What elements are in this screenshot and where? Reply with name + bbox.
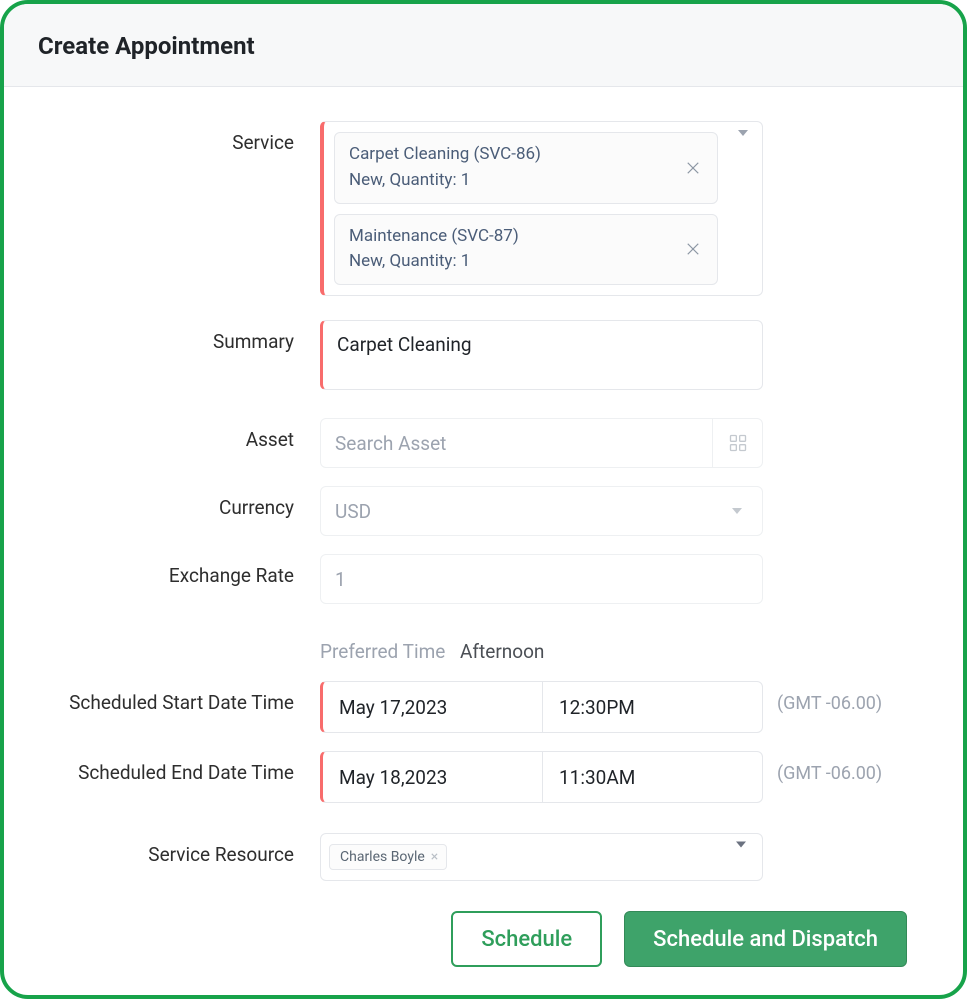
row-scheduled-start: Scheduled Start Date Time May 17,2023 12… — [40, 681, 907, 733]
schedule-button[interactable]: Schedule — [451, 911, 602, 967]
summary-input[interactable] — [320, 320, 763, 390]
row-currency: Currency USD — [40, 486, 907, 536]
service-resource-select[interactable]: Charles Boyle × — [320, 833, 763, 881]
service-chip-name: Carpet Cleaning — [349, 144, 469, 164]
asset-picker-button[interactable] — [712, 419, 762, 467]
scheduled-end-date[interactable]: May 18,2023 — [323, 752, 542, 802]
dialog-footer: Schedule Schedule and Dispatch — [4, 891, 963, 995]
row-preferred-time: Preferred Time Afternoon — [40, 640, 907, 675]
row-scheduled-end: Scheduled End Date Time May 18,2023 11:3… — [40, 751, 907, 803]
label-currency: Currency — [40, 486, 320, 519]
service-chip[interactable]: Carpet Cleaning (SVC-86) New, Quantity: … — [334, 132, 718, 204]
row-asset: Asset Search Asset — [40, 418, 907, 468]
form-body: Service Carpet Cleaning (SVC-86) New, Qu… — [4, 87, 963, 891]
scheduled-start-date[interactable]: May 17,2023 — [323, 682, 542, 732]
label-exchange-rate: Exchange Rate — [40, 554, 320, 587]
remove-service-button[interactable] — [681, 156, 705, 180]
service-chip[interactable]: Maintenance (SVC-87) New, Quantity: 1 — [334, 214, 718, 286]
close-icon — [684, 159, 702, 177]
label-scheduled-end: Scheduled End Date Time — [40, 751, 320, 784]
service-multiselect[interactable]: Carpet Cleaning (SVC-86) New, Quantity: … — [320, 121, 763, 296]
currency-select[interactable]: USD — [320, 486, 763, 536]
label-summary: Summary — [40, 320, 320, 353]
service-chip-code: (SVC-87) — [451, 226, 518, 246]
row-service-resource: Service Resource Charles Boyle × — [40, 833, 907, 881]
service-chip-meta: New, Quantity: 1 — [349, 250, 671, 274]
label-asset: Asset — [40, 418, 320, 451]
service-chip-name: Maintenance — [349, 226, 447, 246]
caret-down-icon — [712, 487, 762, 535]
schedule-and-dispatch-button[interactable]: Schedule and Dispatch — [624, 911, 907, 967]
resource-chip-name: Charles Boyle — [340, 849, 425, 865]
close-icon — [684, 240, 702, 258]
exchange-rate-input[interactable]: 1 — [320, 554, 763, 604]
dialog-header: Create Appointment — [4, 4, 963, 87]
preferred-time-label: Preferred Time — [320, 640, 445, 663]
remove-service-button[interactable] — [681, 237, 705, 261]
caret-down-icon[interactable] — [738, 136, 748, 155]
asset-placeholder: Search Asset — [335, 432, 446, 455]
asset-search-input[interactable]: Search Asset — [320, 418, 763, 468]
scheduled-start-time[interactable]: 12:30PM — [542, 682, 762, 732]
scheduled-end-datetime[interactable]: May 18,2023 11:30AM — [320, 751, 763, 803]
label-service: Service — [40, 121, 320, 154]
scheduled-start-tz: (GMT -06.00) — [763, 681, 907, 714]
row-service: Service Carpet Cleaning (SVC-86) New, Qu… — [40, 121, 907, 296]
scheduled-end-time[interactable]: 11:30AM — [542, 752, 762, 802]
caret-down-icon[interactable] — [736, 848, 746, 867]
row-summary: Summary — [40, 320, 907, 394]
create-appointment-dialog: Create Appointment Service Carpet Cleani… — [0, 0, 967, 999]
dialog-title: Create Appointment — [38, 32, 929, 60]
resource-chip[interactable]: Charles Boyle × — [329, 844, 447, 870]
label-scheduled-start: Scheduled Start Date Time — [40, 681, 320, 714]
row-exchange-rate: Exchange Rate 1 — [40, 554, 907, 604]
preferred-time-display: Preferred Time Afternoon — [320, 640, 763, 663]
service-chip-code: (SVC-86) — [474, 144, 541, 164]
preferred-time-value: Afternoon — [460, 640, 544, 663]
exchange-rate-value: 1 — [335, 568, 346, 591]
scheduled-end-tz: (GMT -06.00) — [763, 751, 907, 784]
currency-value: USD — [335, 500, 371, 523]
scheduled-start-datetime[interactable]: May 17,2023 12:30PM — [320, 681, 763, 733]
grid-icon — [728, 433, 748, 453]
service-chip-meta: New, Quantity: 1 — [349, 169, 671, 193]
remove-resource-button[interactable]: × — [431, 850, 438, 864]
label-service-resource: Service Resource — [40, 833, 320, 866]
